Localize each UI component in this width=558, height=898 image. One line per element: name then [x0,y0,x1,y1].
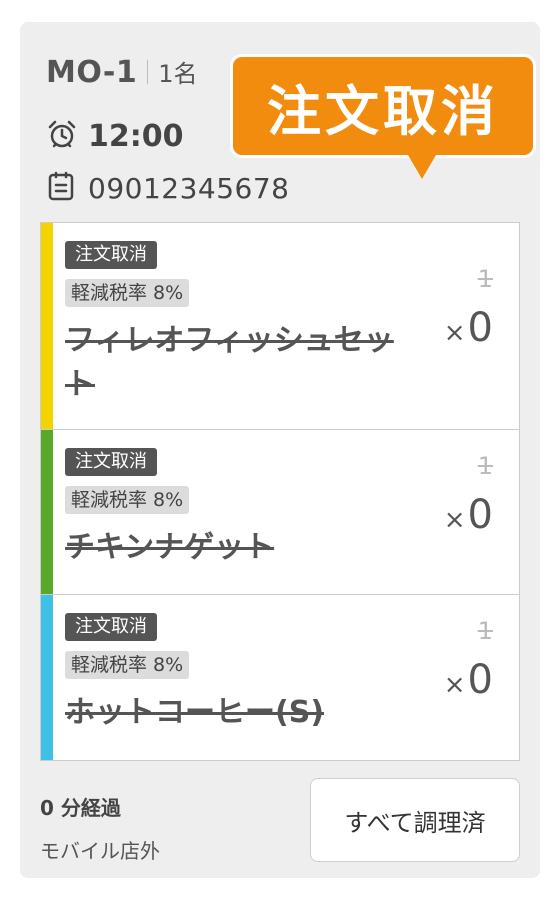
quantity-value: 0 [467,657,493,703]
tax-badge: 軽減税率 8% [65,486,190,514]
list-item: 注文取消 軽減税率 8% ホットコーヒー(S) 1 × 0 [41,595,519,760]
quantity-prefix: × [443,318,466,348]
status-badge: 注文取消 [65,613,157,641]
phone-number: 09012345678 [88,171,290,205]
quantity-prefix: × [443,670,466,700]
item-color-bar [41,223,53,429]
item-color-bar [41,595,53,760]
quantity: × 0 [444,657,493,703]
quantity-value: 0 [467,305,493,351]
clipboard-icon [46,170,76,206]
item-name: チキンナゲット [65,530,275,565]
item-color-bar [41,430,53,594]
elapsed-label: 分経過 [60,796,121,820]
original-quantity: 1 [477,617,493,645]
list-item: 注文取消 軽減税率 8% フィレオフィッシュセット 1 × 0 [41,223,519,430]
status-badge: 注文取消 [65,448,157,476]
order-id: MO-1 [46,55,138,90]
tax-badge: 軽減税率 8% [65,651,190,679]
quantity-value: 0 [467,492,493,538]
item-list: 注文取消 軽減税率 8% フィレオフィッシュセット 1 × 0 注文取消 軽減税… [40,222,520,761]
status-badge: 注文取消 [65,241,157,269]
quantity: × 0 [444,492,493,538]
all-cooked-button[interactable]: すべて調理済 [310,778,520,862]
original-quantity: 1 [477,265,493,293]
item-name: フィレオフィッシュセット [65,323,394,402]
phone-row: 09012345678 [46,170,289,206]
callout-tail [408,155,436,179]
item-name: ホットコーヒー(S) [65,695,325,730]
cancel-callout-text: 注文取消 [267,79,499,143]
header-divider [147,60,149,84]
tax-badge: 軽減税率 8% [65,279,190,307]
quantity: × 0 [444,305,493,351]
order-card: MO-1 1名 12:00 09012345678 注文取消 注文取消 軽減税率… [20,22,540,878]
footer-info: 0 分経過 モバイル店外 [40,792,160,864]
original-quantity: 1 [477,452,493,480]
cancel-callout: 注文取消 [230,54,536,158]
people-count: 1名 [158,60,198,88]
order-location: モバイル店外 [40,839,160,863]
list-item: 注文取消 軽減税率 8% チキンナゲット 1 × 0 [41,430,519,595]
order-header: MO-1 1名 [46,54,198,90]
time-row: 12:00 [46,118,184,154]
alarm-clock-icon [46,118,78,154]
elapsed-value: 0 [40,796,54,820]
pickup-time: 12:00 [88,118,184,154]
quantity-prefix: × [443,505,466,535]
elapsed-time: 0 分経過 [40,792,160,821]
